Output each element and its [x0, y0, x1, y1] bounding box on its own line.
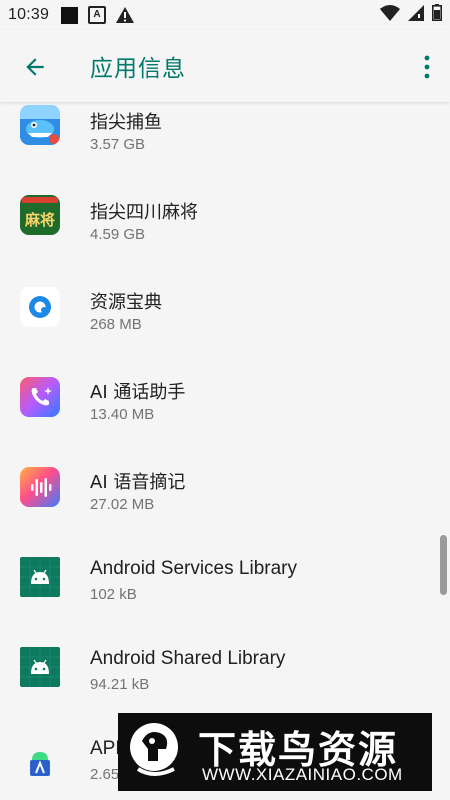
more-options-icon[interactable]	[422, 54, 432, 80]
phone-assistant-icon	[20, 377, 60, 417]
status-time: 10:39	[8, 6, 50, 23]
app-name: Android Services Library	[90, 558, 297, 579]
signal-icon	[408, 4, 424, 26]
list-item[interactable]: Android Services Library 102 kB	[0, 532, 440, 622]
app-size: 4.59 GB	[90, 226, 146, 243]
list-item[interactable]: 指尖捕鱼 3.57 GB	[0, 102, 440, 172]
app-name: 资源宝典	[90, 292, 162, 313]
wifi-icon	[380, 4, 400, 26]
list-item[interactable]: Android Shared Library 94.21 kB	[0, 622, 440, 712]
status-bar: 10:39 A	[0, 0, 450, 30]
notification-square-icon	[61, 6, 79, 24]
watermark-banner: 下载鸟资源 WWW.XIAZAINIAO.COM	[118, 713, 432, 791]
mahjong-icon-text: 麻将	[24, 211, 55, 229]
app-size: 94.21 kB	[90, 676, 150, 693]
app-name: AI 通话助手	[90, 382, 186, 403]
app-name: AI 语音摘记	[90, 472, 186, 493]
app-name: 指尖四川麻将	[90, 202, 198, 223]
app-size: 268 MB	[90, 316, 142, 333]
status-right-icons	[380, 4, 442, 26]
list-item[interactable]: AI 语音摘记 27.02 MB	[0, 442, 440, 532]
list-item[interactable]: 麻将 指尖四川麻将 4.59 GB	[0, 172, 440, 262]
notification-a-icon: A	[88, 6, 107, 24]
page-title: 应用信息	[90, 56, 186, 82]
app-name: Android Shared Library	[90, 648, 286, 669]
scrollbar[interactable]	[440, 535, 447, 595]
voice-memo-icon	[20, 467, 60, 507]
app-size: 3.57 GB	[90, 136, 146, 153]
watermark-url: WWW.XIAZAINIAO.COM	[202, 765, 403, 784]
app-size: 102 kB	[90, 586, 137, 603]
fishing-game-icon	[20, 105, 60, 145]
apk-installer-icon	[20, 742, 60, 782]
app-size: 13.40 MB	[90, 406, 155, 423]
app-size: 27.02 MB	[90, 496, 155, 513]
battery-icon	[432, 4, 442, 26]
app-bar: 应用信息	[0, 30, 450, 102]
android-icon	[20, 647, 60, 687]
list-item[interactable]: 资源宝典 268 MB	[0, 262, 440, 352]
warning-icon	[116, 7, 135, 23]
bird-logo-icon	[130, 723, 178, 776]
app-list: 指尖捕鱼 3.57 GB 麻将 指尖四川麻将 4.59 GB 资源宝典 268 …	[0, 102, 450, 800]
mahjong-game-icon: 麻将	[20, 195, 60, 235]
app-name: 指尖捕鱼	[90, 112, 162, 133]
android-icon	[20, 557, 60, 597]
resource-book-icon	[20, 287, 60, 327]
list-item[interactable]: AI 通话助手 13.40 MB	[0, 352, 440, 442]
back-arrow-icon[interactable]	[22, 54, 48, 80]
app-size: 2.65	[90, 766, 120, 783]
